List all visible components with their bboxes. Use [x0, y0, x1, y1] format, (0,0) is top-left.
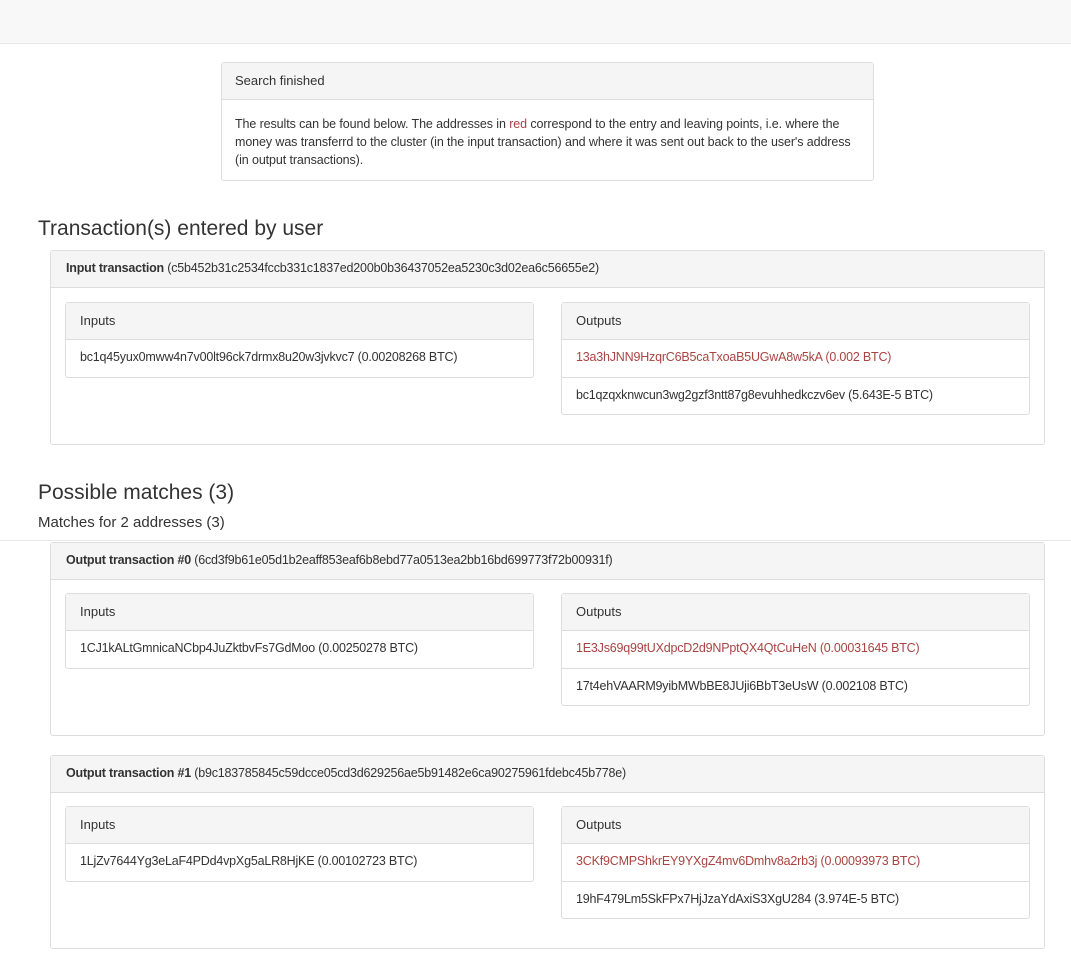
tx-label: Input transaction	[66, 261, 164, 275]
outputs-heading: Outputs	[562, 303, 1029, 340]
entered-section-title: Transaction(s) entered by user	[38, 217, 324, 240]
outputs-heading: Outputs	[562, 807, 1029, 844]
alert-text-before: The results can be found below. The addr…	[235, 117, 510, 131]
inputs-panel: Inputs bc1q45yux0mww4n7v00lt96ck7drmx8u2…	[65, 302, 534, 378]
tx-hash: (c5b452b31c2534fccb331c1837ed200b0b36437…	[167, 261, 599, 275]
outputs-panel: Outputs 13a3hJNN9HzqrC6B5caTxoaB5UGwA8w5…	[561, 302, 1030, 415]
matches-subtitle: Matches for 2 addresses (3)	[38, 514, 225, 531]
inputs-panel: Inputs 1LjZv7644Yg3eLaF4PDd4vpXg5aLR8HjK…	[65, 806, 534, 882]
output-address-row: 17t4ehVAARM9yibMWbBE8JUji6BbT3eUsW (0.00…	[562, 668, 1029, 705]
outputs-panel: Outputs 3CKf9CMPShkrEY9YXgZ4mv6Dmhv8a2rb…	[561, 806, 1030, 919]
output-address-row-highlighted: 1E3Js69q99tUXdpcD2d9NPptQX4QtCuHeN (0.00…	[576, 641, 920, 655]
input-address-row: 1CJ1kALtGmnicaNCbp4JuZktbvFs7GdMoo (0.00…	[80, 641, 418, 655]
tx-heading: Output transaction #1 (b9c183785845c59dc…	[51, 756, 1044, 793]
alert-text-red: red	[509, 117, 527, 131]
output-address-row-highlighted: 3CKf9CMPShkrEY9YXgZ4mv6Dmhv8a2rb3j (0.00…	[576, 854, 921, 868]
output-address-row-highlighted: 13a3hJNN9HzqrC6B5caTxoaB5UGwA8w5kA (0.00…	[576, 350, 892, 364]
panel-heading: Search finished	[222, 63, 873, 100]
outputs-heading: Outputs	[562, 594, 1029, 631]
tx-label: Output transaction #1	[66, 766, 191, 780]
inputs-heading: Inputs	[66, 303, 533, 340]
divider	[0, 540, 1071, 541]
top-navbar	[0, 0, 1071, 44]
outputs-panel: Outputs 1E3Js69q99tUXdpcD2d9NPptQX4QtCuH…	[561, 593, 1030, 706]
tx-label: Output transaction #0	[66, 553, 191, 567]
inputs-heading: Inputs	[66, 807, 533, 844]
inputs-panel: Inputs 1CJ1kALtGmnicaNCbp4JuZktbvFs7GdMo…	[65, 593, 534, 669]
tx-hash: (b9c183785845c59dcce05cd3d629256ae5b9148…	[194, 766, 626, 780]
output-address-row: bc1qzqxknwcun3wg2gzf3ntt87g8evuhhedkczv6…	[562, 377, 1029, 414]
output-address-row: 19hF479Lm5SkFPx7HjJzaYdAxiS3XgU284 (3.97…	[562, 881, 1029, 918]
inputs-heading: Inputs	[66, 594, 533, 631]
matches-section-title: Possible matches (3)	[38, 481, 235, 504]
input-address-row: 1LjZv7644Yg3eLaF4PDd4vpXg5aLR8HjKE (0.00…	[80, 854, 418, 868]
input-transaction-panel: Input transaction (c5b452b31c2534fccb331…	[50, 250, 1045, 445]
search-finished-panel: Search finished The results can be found…	[221, 62, 874, 181]
tx-heading: Input transaction (c5b452b31c2534fccb331…	[51, 251, 1044, 288]
output-transaction-panel-1: Output transaction #1 (b9c183785845c59dc…	[50, 755, 1045, 949]
output-transaction-panel-0: Output transaction #0 (6cd3f9b61e05d1b2e…	[50, 542, 1045, 736]
panel-body: The results can be found below. The addr…	[222, 100, 873, 184]
input-address-row: bc1q45yux0mww4n7v00lt96ck7drmx8u20w3jvkv…	[80, 350, 458, 364]
tx-heading: Output transaction #0 (6cd3f9b61e05d1b2e…	[51, 543, 1044, 580]
tx-hash: (6cd3f9b61e05d1b2eaff853eaf6b8ebd77a0513…	[194, 553, 613, 567]
